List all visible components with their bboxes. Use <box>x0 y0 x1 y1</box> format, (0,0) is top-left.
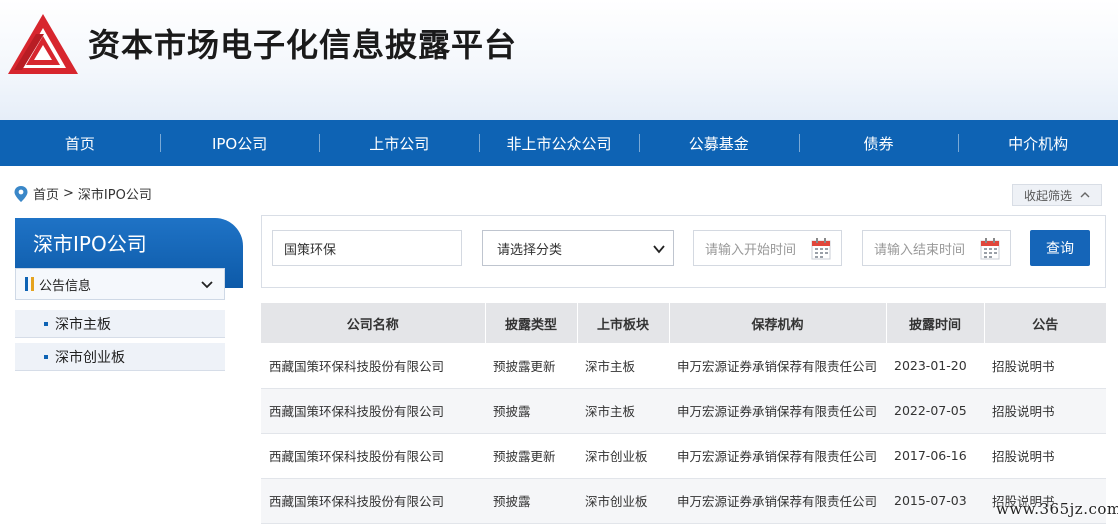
search-button[interactable]: 查询 <box>1030 230 1090 266</box>
site-header: 资本市场电子化信息披露平台 <box>0 0 1118 120</box>
table-header-row: 公司名称 披露类型 上市板块 保荐机构 披露时间 公告 <box>261 303 1106 343</box>
calendar-icon[interactable] <box>811 238 831 260</box>
cell-type: 预披露 <box>485 478 577 524</box>
cell-sponsor: 申万宏源证券承销保荐有限责任公司 <box>669 478 886 524</box>
table-row: 西藏国策环保科技股份有限公司 预披露 深市创业板 申万宏源证券承销保荐有限责任公… <box>261 478 1106 524</box>
sidebar-item-sz-chinext[interactable]: 深市创业板 <box>15 343 225 371</box>
sidebar-item-label: 深市主板 <box>55 316 111 333</box>
col-header-board: 上市板块 <box>577 303 670 343</box>
cell-board: 深市主板 <box>577 343 669 389</box>
cell-company[interactable]: 西藏国策环保科技股份有限公司 <box>261 433 485 479</box>
sidebar-section-announcements[interactable]: 公告信息 <box>15 268 225 300</box>
start-date-input[interactable]: 请输入开始时间 <box>693 230 842 266</box>
col-header-type: 披露类型 <box>485 303 578 343</box>
nav-item-public-unlisted[interactable]: 非上市公众公司 <box>479 120 639 166</box>
cell-board: 深市创业板 <box>577 433 669 479</box>
section-marker-icon <box>25 277 28 291</box>
category-select[interactable]: 请选择分类 <box>482 230 674 266</box>
chevron-up-icon <box>1080 192 1090 198</box>
cell-type: 预披露更新 <box>485 343 577 389</box>
nav-item-bonds[interactable]: 债券 <box>798 120 959 166</box>
end-date-placeholder: 请输入结束时间 <box>874 242 966 258</box>
cell-company[interactable]: 西藏国策环保科技股份有限公司 <box>261 343 485 389</box>
watermark-text: www.365jz.com <box>996 500 1118 518</box>
cell-sponsor: 申万宏源证券承销保荐有限责任公司 <box>669 433 886 479</box>
collapse-filter-label: 收起筛选 <box>1023 188 1072 203</box>
cell-sponsor: 申万宏源证券承销保荐有限责任公司 <box>669 343 886 389</box>
collapse-filter-button[interactable]: 收起筛选 <box>1012 184 1102 206</box>
company-search-input[interactable]: 国策环保 <box>272 230 462 266</box>
col-header-company: 公司名称 <box>261 303 486 343</box>
breadcrumb-home[interactable]: 首页 <box>33 184 59 203</box>
results-table: 公司名称 披露类型 上市板块 保荐机构 披露时间 公告 西藏国策环保科技股份有限… <box>261 303 1106 524</box>
table-row: 西藏国策环保科技股份有限公司 预披露 深市主板 申万宏源证券承销保荐有限责任公司… <box>261 388 1106 434</box>
triangle-logo-icon[interactable] <box>6 12 80 76</box>
cell-announcement-link[interactable]: 招股说明书 <box>984 343 1106 389</box>
sidebar-item-label: 深市创业板 <box>55 349 125 366</box>
start-date-placeholder: 请输入开始时间 <box>705 242 797 258</box>
cell-announcement-link[interactable]: 招股说明书 <box>984 388 1106 434</box>
cell-announcement-link[interactable]: 招股说明书 <box>984 433 1106 479</box>
section-marker-accent-icon <box>31 277 34 291</box>
nav-item-ipo[interactable]: IPO公司 <box>159 120 320 166</box>
table-row: 西藏国策环保科技股份有限公司 预披露更新 深市创业板 申万宏源证券承销保荐有限责… <box>261 433 1106 479</box>
location-pin-icon <box>14 185 28 202</box>
cell-date: 2022-07-05 <box>886 388 984 434</box>
sidebar-item-sz-main[interactable]: 深市主板 <box>15 310 225 338</box>
breadcrumb-current: 深市IPO公司 <box>77 188 152 203</box>
main-nav: 首页 IPO公司 上市公司 非上市公众公司 公募基金 债券 中介机构 <box>0 120 1118 166</box>
cell-type: 预披露更新 <box>485 433 577 479</box>
cell-sponsor: 申万宏源证券承销保荐有限责任公司 <box>669 388 886 434</box>
chevron-down-icon <box>201 281 213 289</box>
nav-item-listed[interactable]: 上市公司 <box>319 120 479 166</box>
end-date-input[interactable]: 请输入结束时间 <box>862 230 1011 266</box>
cell-board: 深市创业板 <box>577 478 669 524</box>
cell-board: 深市主板 <box>577 388 669 434</box>
breadcrumb: 首页 > 深市IPO公司 <box>14 184 156 203</box>
calendar-icon[interactable] <box>980 238 1000 260</box>
cell-type: 预披露 <box>485 388 577 434</box>
cell-date: 2023-01-20 <box>886 343 984 389</box>
cell-date: 2017-06-16 <box>886 433 984 479</box>
nav-item-intermediary[interactable]: 中介机构 <box>958 120 1118 166</box>
filter-panel: 国策环保 请选择分类 请输入开始时间 请输入结束时间 查询 <box>261 215 1106 288</box>
table-row: 西藏国策环保科技股份有限公司 预披露更新 深市主板 申万宏源证券承销保荐有限责任… <box>261 343 1106 389</box>
col-header-date: 披露时间 <box>886 303 985 343</box>
category-select-value: 请选择分类 <box>497 242 563 258</box>
sidebar-section-label: 公告信息 <box>39 278 92 294</box>
col-header-sponsor: 保荐机构 <box>669 303 887 343</box>
cell-date: 2015-07-03 <box>886 478 984 524</box>
col-header-announcement: 公告 <box>984 303 1106 343</box>
cell-company[interactable]: 西藏国策环保科技股份有限公司 <box>261 478 485 524</box>
chevron-down-icon <box>653 245 665 254</box>
breadcrumb-separator: > <box>63 186 74 201</box>
site-title: 资本市场电子化信息披露平台 <box>88 26 518 64</box>
cell-company[interactable]: 西藏国策环保科技股份有限公司 <box>261 388 485 434</box>
nav-item-funds[interactable]: 公募基金 <box>638 120 799 166</box>
nav-item-home[interactable]: 首页 <box>0 120 160 166</box>
